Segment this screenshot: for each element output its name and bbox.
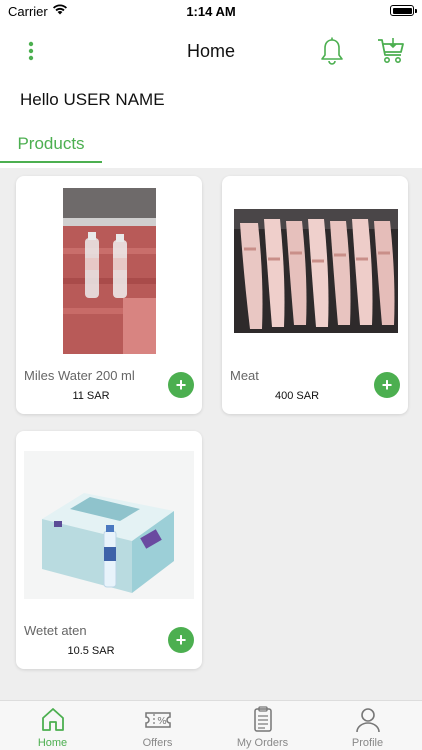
cart-button[interactable] bbox=[376, 36, 406, 66]
bottom-tab-bar: Home % Offers My Orders Profile bbox=[0, 700, 422, 750]
add-to-cart-button[interactable]: + bbox=[168, 627, 194, 653]
product-price: 10.5 SAR bbox=[67, 645, 115, 657]
product-name: Wetet aten bbox=[24, 623, 87, 638]
notifications-button[interactable] bbox=[318, 36, 346, 66]
vertical-dots-icon bbox=[28, 41, 34, 61]
tab-label: Profile bbox=[351, 737, 384, 749]
products-grid: Miles Water 200 ml 11 SAR + Meat 400 SAR… bbox=[0, 168, 422, 700]
bell-icon bbox=[321, 37, 343, 65]
tab-label: Offers bbox=[142, 737, 173, 749]
add-to-cart-button[interactable]: + bbox=[374, 372, 400, 398]
coupon-icon: % bbox=[145, 712, 171, 728]
tab-products[interactable]: Products bbox=[0, 128, 102, 163]
product-card[interactable]: Miles Water 200 ml 11 SAR + bbox=[16, 176, 202, 414]
product-image bbox=[63, 188, 156, 354]
status-bar: Carrier 1:14 AM bbox=[0, 0, 422, 22]
page-title: Home bbox=[186, 41, 235, 61]
product-card[interactable]: Meat 400 SAR + bbox=[222, 176, 408, 414]
product-name: Miles Water 200 ml bbox=[24, 368, 135, 383]
wifi-icon bbox=[52, 3, 68, 18]
user-icon bbox=[356, 708, 380, 733]
tab-my-orders[interactable]: My Orders bbox=[210, 701, 315, 750]
product-image bbox=[24, 451, 194, 599]
nav-bar: Home bbox=[0, 30, 422, 74]
tab-home[interactable]: Home bbox=[0, 701, 105, 750]
product-price: 11 SAR bbox=[72, 390, 110, 402]
tab-label: My Orders bbox=[236, 737, 289, 749]
product-name: Meat bbox=[230, 368, 259, 383]
screen: Carrier 1:14 AM Home Hello USER NAME Pro… bbox=[0, 0, 422, 750]
home-icon bbox=[42, 708, 64, 731]
svg-text:%: % bbox=[157, 716, 167, 727]
cart-icon bbox=[378, 38, 404, 63]
clipboard-list-icon bbox=[254, 706, 272, 732]
tab-label: Home bbox=[37, 737, 68, 749]
add-to-cart-button[interactable]: + bbox=[168, 372, 194, 398]
greeting-text: Hello USER NAME bbox=[20, 90, 165, 109]
product-price: 400 SAR bbox=[274, 390, 320, 402]
section-tabs: Products bbox=[0, 128, 422, 164]
product-image bbox=[234, 209, 398, 333]
tab-profile[interactable]: Profile bbox=[315, 701, 420, 750]
more-menu-button[interactable] bbox=[20, 38, 42, 64]
carrier-label: Carrier bbox=[8, 4, 48, 19]
tab-offers[interactable]: % Offers bbox=[105, 701, 210, 750]
battery-icon bbox=[390, 5, 417, 16]
product-card[interactable]: Wetet aten 10.5 SAR + bbox=[16, 431, 202, 669]
